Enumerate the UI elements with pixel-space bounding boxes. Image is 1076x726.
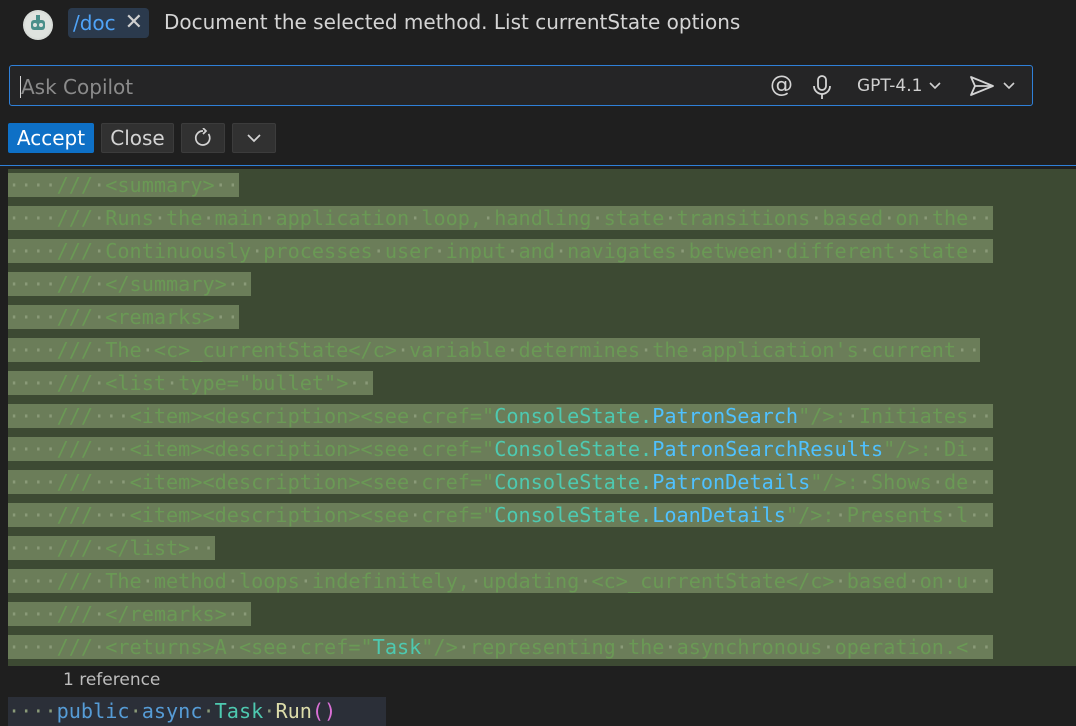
code-line[interactable]: ····///·<summary>·· — [8, 169, 239, 202]
chevron-down-icon — [928, 81, 942, 91]
code-line[interactable]: ····///·</summary>·· — [8, 268, 251, 301]
chat-header: /doc ✕ Document the selected method. Lis… — [0, 0, 1076, 50]
close-icon[interactable]: ✕ — [125, 12, 143, 34]
code-line[interactable]: ····///·Runs·the·main·application·loop,·… — [8, 202, 993, 235]
method-name: Run — [275, 699, 311, 723]
mic-icon[interactable] — [812, 74, 832, 104]
code-line[interactable]: ····///···<item><description><see·cref="… — [8, 433, 993, 466]
refresh-icon — [193, 128, 213, 148]
send-icon — [968, 74, 996, 98]
keyword-async: async — [142, 699, 203, 723]
chat-input-box[interactable]: @ GPT-4.1 — [9, 65, 1033, 106]
send-button[interactable] — [968, 74, 1016, 98]
prompt-text: Document the selected method. List curre… — [164, 10, 740, 34]
code-line[interactable]: ····///·<remarks>·· — [8, 301, 239, 334]
code-line[interactable]: ····///·The·<c>_currentState</c>·variabl… — [8, 334, 980, 367]
model-picker[interactable]: GPT-4.1 — [857, 76, 942, 96]
mention-button[interactable]: @ — [770, 72, 793, 98]
codelens-references[interactable]: 1 reference — [63, 670, 160, 690]
model-label: GPT-4.1 — [857, 76, 922, 96]
method-parens: () — [312, 699, 336, 723]
inline-chat-divider — [0, 165, 1076, 166]
accept-button[interactable]: Accept — [8, 123, 94, 153]
method-declaration[interactable]: ····public·async·Task·Run() — [8, 697, 386, 726]
return-type: Task — [215, 699, 264, 723]
code-line[interactable]: ····///···<item><description><see·cref="… — [8, 466, 993, 499]
code-editor-diff[interactable]: ····///·<summary>······///·Runs·the·main… — [8, 169, 1076, 666]
code-line[interactable]: ····///·<returns>A·<see·cref="Task"/>·re… — [8, 631, 993, 664]
code-line[interactable]: ····///·<list·type="bullet">·· — [8, 367, 373, 400]
copilot-logo-icon — [23, 10, 53, 40]
chevron-down-icon[interactable] — [1002, 81, 1016, 91]
keyword-public: public — [57, 699, 130, 723]
code-line[interactable]: ····///·Continuously·processes·user·inpu… — [8, 235, 993, 268]
code-line[interactable]: ····///·</remarks>·· — [8, 598, 251, 631]
chevron-down-icon — [246, 133, 262, 143]
code-line[interactable]: ····///···<item><description><see·cref="… — [8, 400, 993, 433]
slash-command-chip[interactable]: /doc ✕ — [68, 8, 149, 38]
more-actions-button[interactable] — [232, 123, 276, 153]
code-line[interactable]: ····///·</list>·· — [8, 532, 215, 565]
code-line[interactable]: ····///·The·method·loops·indefinitely,·u… — [8, 565, 993, 598]
regenerate-button[interactable] — [181, 123, 225, 153]
chat-input[interactable] — [21, 75, 741, 99]
slash-command: /doc — [73, 11, 116, 35]
close-button[interactable]: Close — [101, 123, 174, 153]
code-line[interactable]: ····///···<item><description><see·cref="… — [8, 499, 993, 532]
